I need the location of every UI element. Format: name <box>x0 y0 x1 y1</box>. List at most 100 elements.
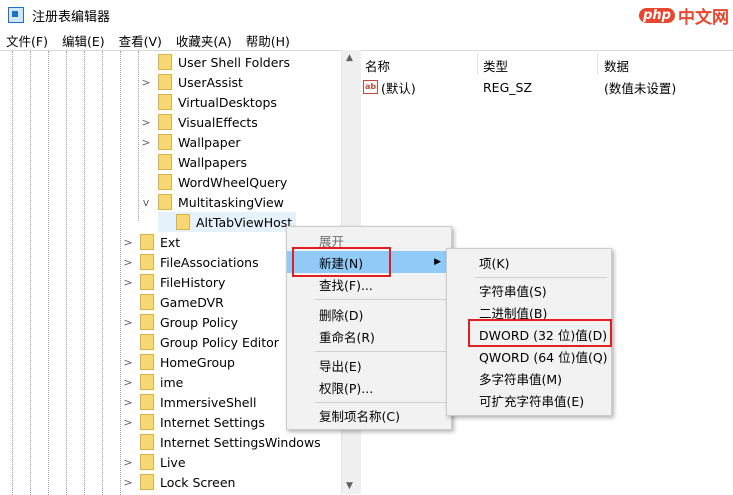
tree-item[interactable]: > Live <box>122 452 186 472</box>
submenu-item-multi-string-value[interactable]: 多字符串值(M) <box>447 367 611 389</box>
tree-item[interactable]: Group Policy Editor <box>122 332 279 352</box>
folder-icon <box>158 174 172 190</box>
watermark-cn: 中文网 <box>678 7 729 28</box>
menu-item-find[interactable]: 查找(F)... <box>287 273 451 295</box>
folder-icon <box>140 314 154 330</box>
tree-item-label: Lock Screen <box>160 474 236 490</box>
tree-item[interactable]: > HomeGroup <box>122 352 235 372</box>
folder-icon <box>158 94 172 110</box>
table-row[interactable]: ab (默认) <box>363 77 416 97</box>
tree-item[interactable]: > ime <box>122 372 183 392</box>
menu-item-permissions[interactable]: 权限(P)... <box>287 376 451 398</box>
column-separator[interactable] <box>477 53 478 75</box>
submenu-item-qword-value[interactable]: QWORD (64 位)值(Q) <box>447 345 611 367</box>
tree-item-selected[interactable]: AltTabViewHost <box>158 212 297 232</box>
tree-guide-line <box>12 51 13 495</box>
tree-item[interactable]: > Wallpaper <box>140 132 241 152</box>
menu-favorites[interactable]: 收藏夹(A) <box>168 31 238 50</box>
tree-item-label: Group Policy Editor <box>160 334 279 350</box>
folder-icon <box>140 474 154 490</box>
tree-expander[interactable]: > <box>122 276 134 289</box>
tree-item-label: FileHistory <box>160 274 226 290</box>
value-name: (默认) <box>381 80 416 96</box>
menu-view[interactable]: 查看(V) <box>111 31 168 50</box>
tree-guide-line <box>84 51 85 495</box>
menu-item-rename[interactable]: 重命名(R) <box>287 325 451 347</box>
folder-icon <box>140 434 154 450</box>
tree-expander[interactable]: v <box>140 196 152 209</box>
tree-expander[interactable]: > <box>122 456 134 469</box>
menu-item-new[interactable]: 新建(N) ▶ <box>287 251 451 273</box>
tree-item[interactable]: > VisualEffects <box>140 112 258 132</box>
tree-guide-line <box>102 51 103 495</box>
folder-icon <box>158 54 172 70</box>
tree-expander[interactable]: > <box>140 76 152 89</box>
folder-icon <box>176 214 190 230</box>
tree-item-label: Group Policy <box>160 314 238 330</box>
tree-item[interactable]: > Internet Settings <box>122 412 265 432</box>
menu-item-copy-key-name[interactable]: 复制项名称(C) <box>287 404 451 426</box>
menu-item-delete[interactable]: 删除(D) <box>287 303 451 325</box>
submenu-item-key[interactable]: 项(K) <box>447 251 611 273</box>
folder-icon <box>158 154 172 170</box>
menu-separator <box>315 351 447 352</box>
folder-icon <box>140 334 154 350</box>
tree-item[interactable]: Wallpapers <box>140 152 247 172</box>
menu-file[interactable]: 文件(F) <box>0 31 54 50</box>
scroll-down-arrow-icon[interactable]: ▼ <box>346 481 353 491</box>
tree-item[interactable]: > Lock Screen <box>122 472 235 492</box>
submenu-item-dword-value[interactable]: DWORD (32 位)值(D) <box>447 323 611 345</box>
tree-item[interactable]: v MultitaskingView <box>140 192 284 212</box>
column-header-name[interactable]: 名称 <box>365 55 390 75</box>
tree-item[interactable]: > FileHistory <box>122 272 225 292</box>
registry-editor-icon <box>8 7 24 23</box>
context-menu: 展开 新建(N) ▶ 查找(F)... 删除(D) 重命名(R) 导出(E) 权… <box>286 226 452 430</box>
tree-item[interactable]: WordWheelQuery <box>140 172 287 192</box>
menu-help[interactable]: 帮助(H) <box>238 31 296 50</box>
tree-item[interactable]: > FileAssociations <box>122 252 259 272</box>
tree-item-label: Wallpaper <box>178 134 241 150</box>
window-title: 注册表编辑器 <box>32 9 111 25</box>
tree-item[interactable]: GameDVR <box>122 292 224 312</box>
tree-item-label: MultitaskingView <box>178 194 284 210</box>
tree-item[interactable]: > UserAssist <box>140 72 243 92</box>
column-separator[interactable] <box>597 53 598 75</box>
column-header-type[interactable]: 类型 <box>483 55 508 75</box>
tree-expander[interactable]: > <box>140 116 152 129</box>
tree-expander[interactable]: > <box>122 316 134 329</box>
tree-expander[interactable]: > <box>122 356 134 369</box>
tree-item[interactable]: User Shell Folders <box>140 52 290 72</box>
tree-item[interactable]: VirtualDesktops <box>140 92 277 112</box>
submenu-item-expandable-string-value[interactable]: 可扩充字符串值(E) <box>447 389 611 411</box>
tree-expander[interactable]: > <box>122 376 134 389</box>
menu-separator <box>475 277 607 278</box>
tree-item-label: AltTabViewHost <box>196 214 293 230</box>
tree-expander[interactable]: > <box>122 396 134 409</box>
tree-item-label: Internet Settings <box>160 414 265 430</box>
tree-expander[interactable]: > <box>122 256 134 269</box>
folder-icon <box>140 234 154 250</box>
folder-icon <box>158 74 172 90</box>
menu-bar: 文件(F) 编辑(E) 查看(V) 收藏夹(A) 帮助(H) <box>0 30 733 50</box>
tree-item-label: WordWheelQuery <box>178 174 288 190</box>
tree-expander[interactable]: > <box>140 136 152 149</box>
tree-expander[interactable]: > <box>122 236 134 249</box>
tree-item[interactable]: > Group Policy <box>122 312 238 332</box>
folder-icon <box>140 374 154 390</box>
tree-item-label: Internet SettingsWindows <box>160 434 321 450</box>
menu-item-expand[interactable]: 展开 <box>287 229 451 251</box>
submenu-item-string-value[interactable]: 字符串值(S) <box>447 279 611 301</box>
tree-item[interactable]: > ImmersiveShell <box>122 392 256 412</box>
folder-icon <box>140 254 154 270</box>
scroll-up-arrow-icon[interactable]: ▲ <box>346 53 353 63</box>
submenu-item-binary-value[interactable]: 二进制值(B) <box>447 301 611 323</box>
menu-item-export[interactable]: 导出(E) <box>287 354 451 376</box>
menu-edit[interactable]: 编辑(E) <box>54 31 111 50</box>
tree-item[interactable]: Internet SettingsWindows <box>122 432 321 452</box>
folder-icon <box>158 194 172 210</box>
tree-expander[interactable]: > <box>122 476 134 489</box>
tree-item[interactable]: > Ext <box>122 232 180 252</box>
folder-icon <box>140 394 154 410</box>
tree-expander[interactable]: > <box>122 416 134 429</box>
column-header-data[interactable]: 数据 <box>604 55 629 75</box>
